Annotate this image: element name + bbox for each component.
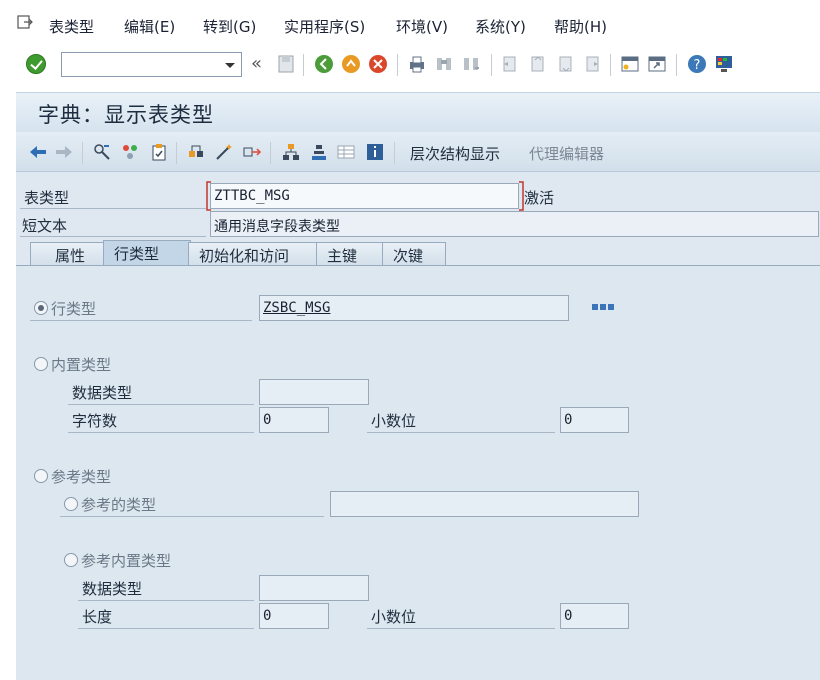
more-icon[interactable] bbox=[592, 303, 614, 313]
display-change-icon[interactable] bbox=[92, 142, 112, 162]
decimals-label: 小数位 bbox=[371, 412, 417, 430]
reference-type-label: 参考类型 bbox=[51, 468, 112, 486]
title-bar: 字典：显示表类型 bbox=[16, 92, 820, 132]
reference-builtin-label: 参考内置类型 bbox=[81, 552, 172, 570]
page-title: 字典：显示表类型 bbox=[38, 103, 214, 127]
menu-edit[interactable]: 编辑(E) bbox=[124, 16, 175, 37]
tab-attributes[interactable]: 属性 bbox=[30, 242, 112, 266]
standard-toolbar: « ? bbox=[0, 46, 820, 84]
data-type-field[interactable] bbox=[259, 379, 369, 405]
status-label: 激活 bbox=[524, 189, 555, 207]
previous-page-icon[interactable] bbox=[527, 54, 547, 74]
ref-decimals-field[interactable]: 0 bbox=[560, 603, 629, 629]
menu-system[interactable]: 系统(Y) bbox=[475, 16, 526, 37]
application-toolbar: 层次结构显示 代理编辑器 bbox=[16, 132, 820, 172]
chars-field[interactable]: 0 bbox=[259, 407, 329, 433]
svg-text:?: ? bbox=[694, 58, 701, 73]
command-field[interactable] bbox=[61, 52, 242, 77]
short-text-field[interactable]: 通用消息字段表类型 bbox=[210, 211, 819, 237]
save-icon[interactable] bbox=[276, 54, 296, 74]
activate-icon[interactable] bbox=[186, 142, 206, 162]
info-icon[interactable] bbox=[365, 142, 385, 162]
decimals-field[interactable]: 0 bbox=[560, 407, 629, 433]
back-double-chevron-icon[interactable]: « bbox=[251, 53, 262, 74]
forward-arrow-icon[interactable] bbox=[54, 142, 74, 162]
shortcut-icon[interactable] bbox=[647, 54, 667, 74]
cancel-icon[interactable] bbox=[368, 54, 388, 74]
ref-data-type-field[interactable] bbox=[259, 575, 369, 601]
reference-of-type-label: 参考的类型 bbox=[81, 496, 157, 514]
hierarchy-display-button[interactable]: 层次结构显示 bbox=[410, 143, 500, 164]
tab-init-access[interactable]: 初始化和访问 bbox=[188, 242, 318, 266]
customize-layout-icon[interactable] bbox=[714, 54, 734, 74]
proxy-editor-button[interactable]: 代理编辑器 bbox=[529, 143, 604, 164]
wand-icon[interactable] bbox=[214, 142, 234, 162]
reference-of-type-radio[interactable] bbox=[64, 497, 78, 511]
find-next-icon[interactable] bbox=[461, 54, 481, 74]
length-field[interactable]: 0 bbox=[259, 603, 329, 629]
menu-bar: 表类型 编辑(E) 转到(G) 实用程序(S) 环境(V) 系统(Y) 帮助(H… bbox=[0, 0, 820, 52]
table-icon[interactable] bbox=[336, 142, 356, 162]
data-type-label: 数据类型 bbox=[72, 384, 133, 402]
back-arrow-icon[interactable] bbox=[28, 142, 48, 162]
tab-primary-key[interactable]: 主键 bbox=[316, 242, 384, 266]
technical-settings-icon[interactable] bbox=[309, 142, 329, 162]
row-type-field[interactable]: ZSBC_MSG bbox=[259, 295, 569, 321]
menu-help[interactable]: 帮助(H) bbox=[554, 16, 607, 37]
hierarchy-icon[interactable] bbox=[281, 142, 301, 162]
menu-goto[interactable]: 转到(G) bbox=[203, 16, 256, 37]
menu-table-type[interactable]: 表类型 bbox=[49, 16, 94, 37]
table-type-label: 表类型 bbox=[24, 189, 70, 207]
other-object-icon[interactable] bbox=[120, 142, 140, 162]
length-label: 长度 bbox=[82, 608, 113, 626]
builtin-type-label: 内置类型 bbox=[51, 356, 112, 374]
tab-secondary-key[interactable]: 次键 bbox=[382, 242, 446, 266]
row-type-label: 行类型 bbox=[51, 300, 97, 318]
required-marker-icon bbox=[206, 181, 524, 211]
first-page-icon[interactable] bbox=[499, 54, 519, 74]
where-used-icon[interactable] bbox=[242, 142, 262, 162]
back-icon[interactable] bbox=[314, 54, 334, 74]
menu-utilities[interactable]: 实用程序(S) bbox=[284, 16, 365, 37]
new-session-icon[interactable] bbox=[620, 54, 640, 74]
reference-of-type-field[interactable] bbox=[330, 491, 639, 517]
find-icon[interactable] bbox=[434, 54, 454, 74]
help-icon[interactable]: ? bbox=[687, 54, 707, 74]
chevron-down-icon[interactable] bbox=[221, 55, 239, 74]
tab-row-type[interactable]: 行类型 bbox=[103, 240, 191, 266]
enter-icon[interactable] bbox=[26, 54, 46, 74]
last-page-icon[interactable] bbox=[582, 54, 602, 74]
reference-type-radio[interactable] bbox=[34, 469, 48, 483]
ref-decimals-label: 小数位 bbox=[371, 608, 417, 626]
exit-icon[interactable] bbox=[341, 54, 361, 74]
chars-label: 字符数 bbox=[72, 412, 118, 430]
tab-strip: 属性 行类型 初始化和访问 主键 次键 bbox=[16, 240, 820, 266]
ref-data-type-label: 数据类型 bbox=[82, 580, 143, 598]
tab-panel bbox=[16, 265, 820, 680]
menu-icon[interactable] bbox=[16, 14, 34, 30]
menu-environment[interactable]: 环境(V) bbox=[396, 16, 448, 37]
check-icon[interactable] bbox=[149, 142, 169, 162]
row-type-radio[interactable] bbox=[34, 301, 48, 315]
next-page-icon[interactable] bbox=[555, 54, 575, 74]
reference-builtin-radio[interactable] bbox=[64, 553, 78, 567]
short-text-label: 短文本 bbox=[22, 217, 68, 235]
print-icon[interactable] bbox=[407, 54, 427, 74]
builtin-type-radio[interactable] bbox=[34, 357, 48, 371]
